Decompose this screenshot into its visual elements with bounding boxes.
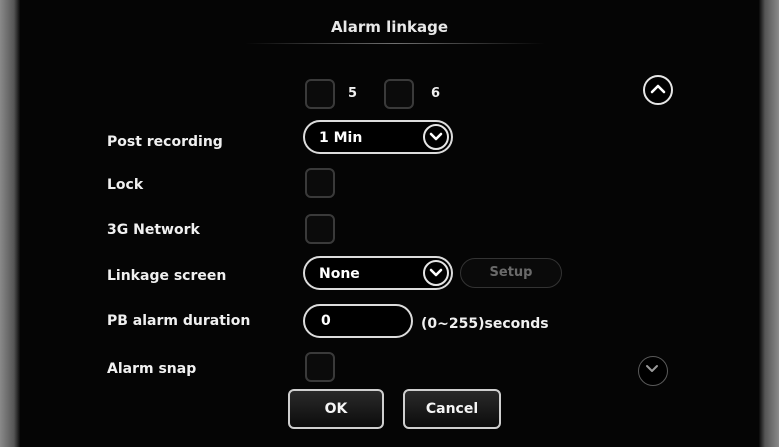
- channel-5-checkbox[interactable]: [305, 79, 335, 109]
- scroll-down-button[interactable]: [638, 356, 668, 386]
- alarm-snap-checkbox[interactable]: [305, 352, 335, 382]
- channel-5-label: 5: [348, 86, 358, 101]
- post-recording-value: 1 Min: [319, 130, 363, 146]
- channel-6-label: 6: [431, 86, 441, 101]
- pb-alarm-duration-hint: (0~255)seconds: [421, 316, 549, 332]
- pb-alarm-duration-label: PB alarm duration: [107, 313, 251, 329]
- chevron-down-icon[interactable]: [423, 260, 449, 286]
- scroll-up-button[interactable]: [643, 75, 673, 105]
- linkage-screen-label: Linkage screen: [107, 268, 227, 284]
- post-recording-label: Post recording: [107, 134, 223, 150]
- linkage-screen-value: None: [319, 266, 360, 282]
- dialog-title: Alarm linkage: [330, 18, 449, 36]
- chevron-down-icon[interactable]: [423, 124, 449, 150]
- pb-alarm-duration-input[interactable]: [303, 304, 413, 338]
- setup-button[interactable]: Setup: [460, 258, 562, 288]
- alarm-snap-label: Alarm snap: [107, 361, 197, 377]
- linkage-screen-select[interactable]: None: [303, 256, 453, 290]
- ok-button[interactable]: OK: [288, 389, 384, 429]
- channel-6-checkbox[interactable]: [384, 79, 414, 109]
- title-divider: [245, 43, 545, 44]
- lock-checkbox[interactable]: [305, 168, 335, 198]
- lock-label: Lock: [107, 177, 144, 193]
- 3g-network-checkbox[interactable]: [305, 214, 335, 244]
- 3g-network-label: 3G Network: [107, 222, 200, 238]
- cancel-button[interactable]: Cancel: [403, 389, 501, 429]
- post-recording-select[interactable]: 1 Min: [303, 120, 453, 154]
